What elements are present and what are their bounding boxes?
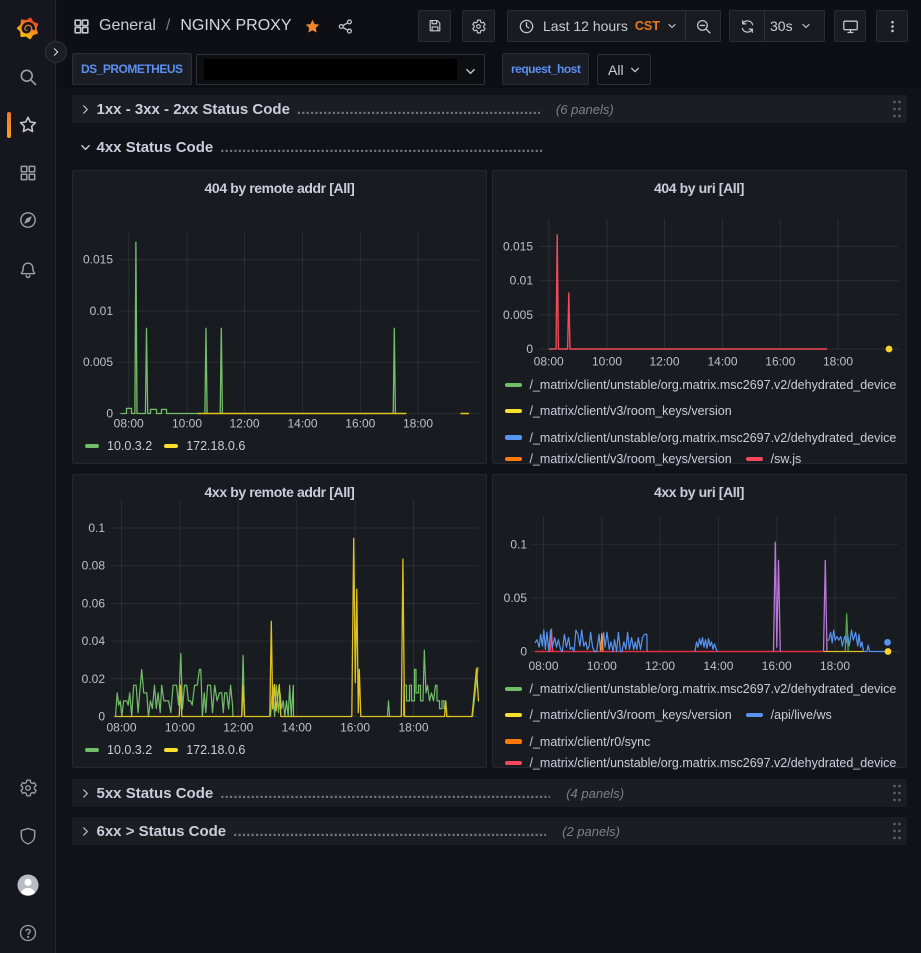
- svg-text:0.1: 0.1: [88, 521, 105, 535]
- svg-text:0: 0: [526, 342, 533, 356]
- svg-text:0: 0: [98, 710, 105, 724]
- svg-text:12:00: 12:00: [645, 659, 675, 673]
- svg-text:14:00: 14:00: [287, 417, 317, 431]
- svg-text:0.02: 0.02: [82, 672, 106, 686]
- svg-text:08:00: 08:00: [106, 721, 136, 735]
- svg-text:18:00: 18:00: [398, 721, 428, 735]
- svg-text:0.04: 0.04: [82, 634, 106, 648]
- svg-text:12:00: 12:00: [229, 417, 259, 431]
- svg-text:08:00: 08:00: [114, 417, 144, 431]
- svg-text:12:00: 12:00: [649, 355, 679, 369]
- svg-text:16:00: 16:00: [340, 721, 370, 735]
- svg-text:0: 0: [106, 407, 113, 421]
- svg-text:0.005: 0.005: [502, 308, 532, 322]
- svg-text:10:00: 10:00: [586, 659, 616, 673]
- svg-text:14:00: 14:00: [707, 355, 737, 369]
- svg-text:18:00: 18:00: [403, 417, 433, 431]
- svg-text:14:00: 14:00: [703, 659, 733, 673]
- svg-text:0.05: 0.05: [503, 591, 527, 605]
- svg-text:0.06: 0.06: [82, 596, 106, 610]
- svg-text:08:00: 08:00: [533, 355, 563, 369]
- svg-text:18:00: 18:00: [822, 355, 852, 369]
- svg-text:10:00: 10:00: [591, 355, 621, 369]
- svg-text:16:00: 16:00: [761, 659, 791, 673]
- svg-text:0.015: 0.015: [83, 253, 113, 267]
- svg-text:18:00: 18:00: [819, 659, 849, 673]
- svg-text:0.08: 0.08: [82, 559, 106, 573]
- svg-text:0.1: 0.1: [510, 537, 527, 551]
- svg-text:0.01: 0.01: [509, 274, 533, 288]
- svg-text:0.005: 0.005: [83, 355, 113, 369]
- svg-text:0: 0: [520, 645, 527, 659]
- svg-text:0.01: 0.01: [90, 304, 114, 318]
- svg-text:12:00: 12:00: [223, 721, 253, 735]
- svg-text:14:00: 14:00: [282, 721, 312, 735]
- svg-text:16:00: 16:00: [765, 355, 795, 369]
- svg-text:08:00: 08:00: [528, 659, 558, 673]
- svg-text:10:00: 10:00: [172, 417, 202, 431]
- svg-text:16:00: 16:00: [345, 417, 375, 431]
- svg-text:0.015: 0.015: [502, 239, 532, 253]
- svg-text:10:00: 10:00: [165, 721, 195, 735]
